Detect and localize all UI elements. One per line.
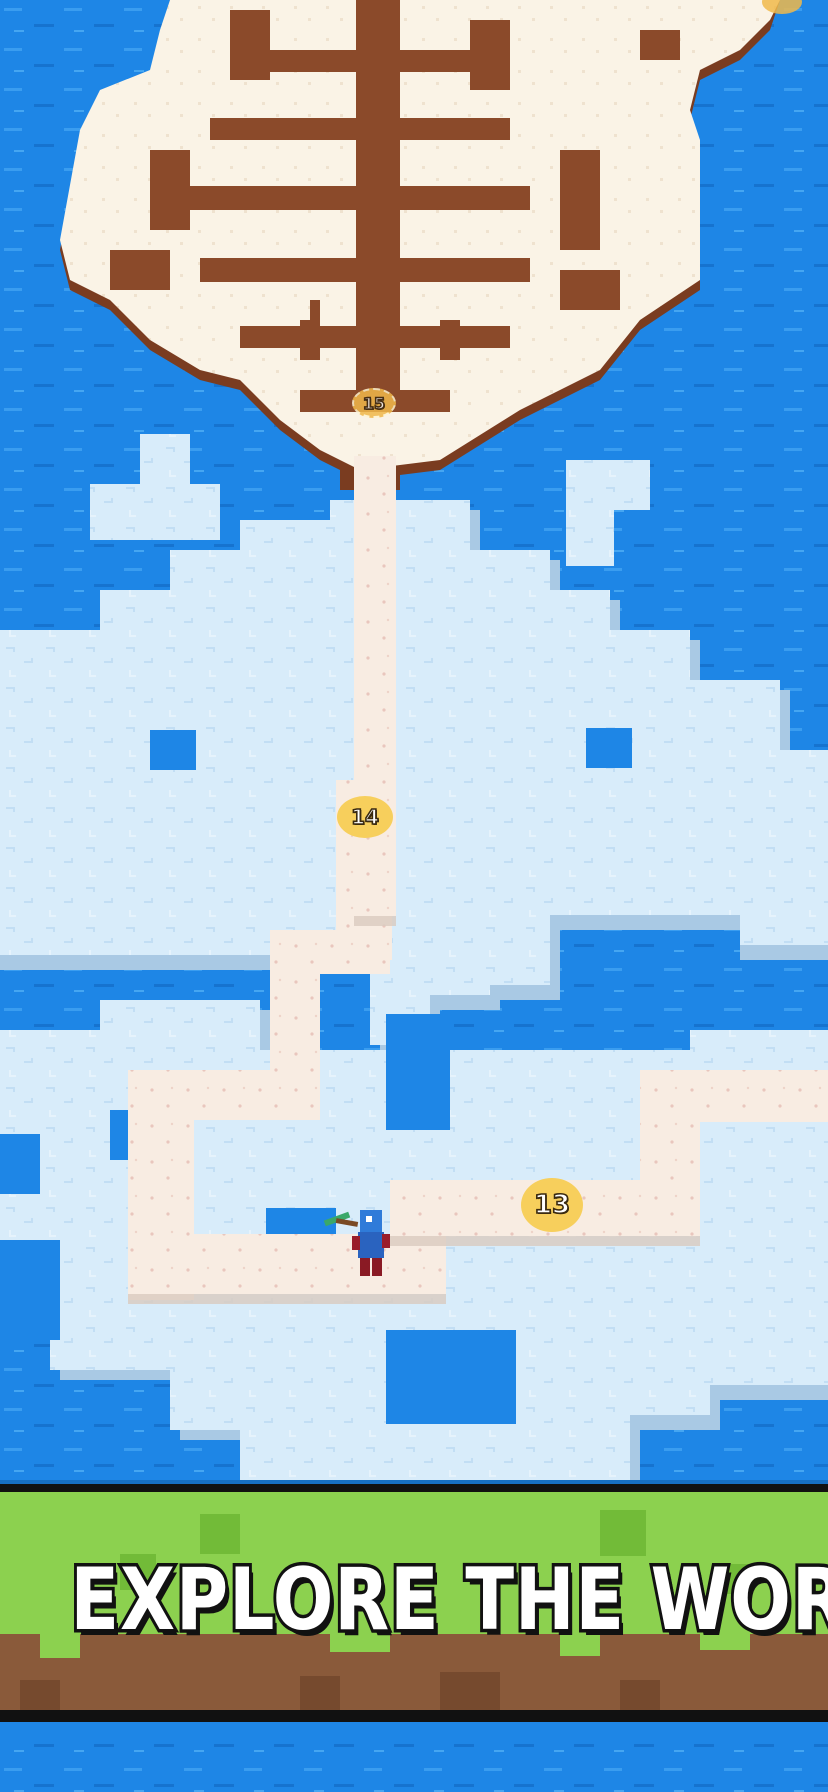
level-marker-15[interactable]: 15	[352, 388, 396, 418]
banner-title: EXPLORE THE WORLD	[67, 1550, 828, 1650]
level-marker-13[interactable]: 13	[521, 1178, 583, 1232]
level-marker-14[interactable]: 14	[337, 796, 393, 838]
pickaxe-icon	[323, 1211, 359, 1227]
player-character-icon[interactable]	[322, 1206, 402, 1282]
game-scene[interactable]: 15 14 13 EXPLORE THE WO	[0, 0, 828, 1792]
